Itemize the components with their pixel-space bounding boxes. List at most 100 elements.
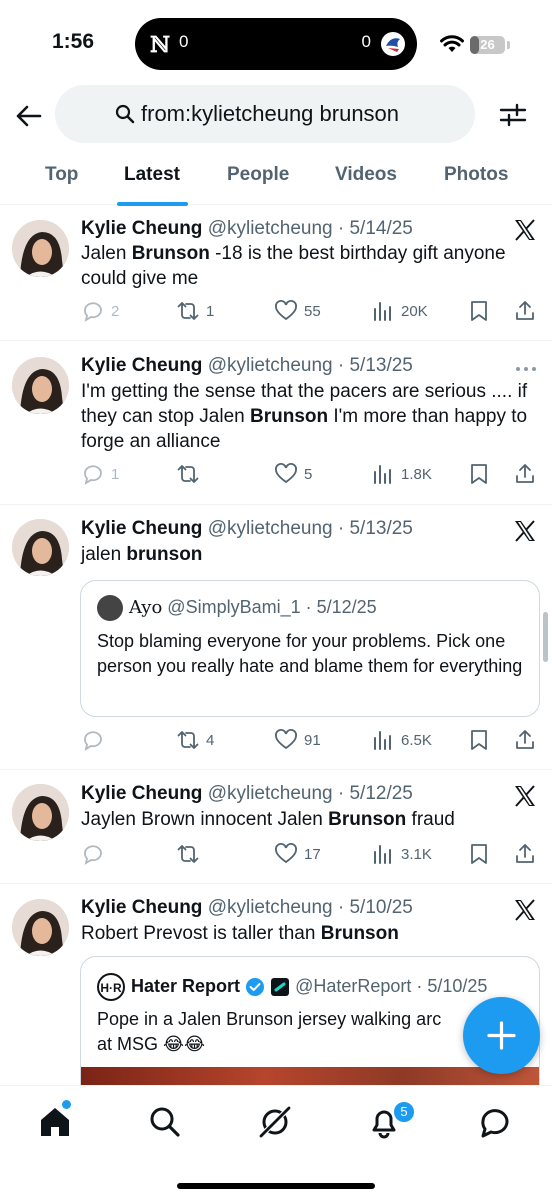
yankees-logo-icon: ℕ	[150, 32, 170, 58]
tweet[interactable]: Kylie Cheung @kylietcheung · 5/13/25 jal…	[0, 505, 552, 770]
retweet-button[interactable]: 4	[176, 725, 214, 755]
home-unread-dot	[62, 1100, 71, 1109]
views-icon	[374, 845, 391, 864]
bookmark-button[interactable]	[467, 839, 491, 869]
tweet-text: jalen brunson	[81, 542, 543, 567]
bookmark-button[interactable]	[467, 459, 491, 489]
tweet-author-name[interactable]: Kylie Cheung	[81, 518, 202, 539]
search-tabs: Top Latest People Videos Photos	[0, 150, 552, 206]
affiliate-badge-icon	[271, 978, 290, 996]
quoted-avatar	[97, 595, 123, 621]
quoted-text: Stop blaming everyone for your problems.…	[97, 631, 523, 676]
views-button[interactable]: 1.8K	[371, 459, 432, 489]
avatar[interactable]	[12, 519, 69, 576]
tweet-text-part: fraud	[406, 809, 455, 830]
tab-latest[interactable]: Latest	[124, 164, 180, 186]
quoted-handle-date: @HaterReport · 5/10/25	[295, 975, 488, 996]
tweet-handle-date[interactable]: @kylietcheung · 5/12/25	[208, 783, 413, 804]
x-logo-icon[interactable]	[513, 784, 537, 808]
tab-videos[interactable]: Videos	[335, 164, 397, 186]
quoted-avatar-hr-logo: H·R	[97, 973, 125, 1001]
quoted-handle-date: @SimplyBami_1 · 5/12/25	[167, 596, 377, 617]
reply-button[interactable]	[81, 839, 111, 869]
tab-photos[interactable]: Photos	[444, 164, 508, 186]
tweet-author-name[interactable]: Kylie Cheung	[81, 783, 202, 804]
svg-text:H·R: H·R	[100, 981, 122, 995]
views-icon	[374, 465, 391, 484]
reply-button[interactable]: 1	[81, 459, 119, 489]
heart-icon	[275, 729, 297, 750]
share-button[interactable]	[513, 459, 537, 489]
avatar[interactable]	[12, 357, 69, 414]
messages-icon[interactable]	[477, 1104, 513, 1140]
share-button[interactable]	[513, 839, 537, 869]
compose-post-button[interactable]	[463, 997, 540, 1074]
tweet-text: I'm getting the sense that the pacers ar…	[81, 379, 543, 454]
home-icon[interactable]	[37, 1104, 73, 1140]
share-button[interactable]	[513, 725, 537, 755]
like-button[interactable]: 5	[274, 459, 312, 489]
like-button[interactable]: 55	[274, 296, 321, 326]
tweet-text-highlight: Brunson	[131, 243, 210, 264]
tweet-handle-date[interactable]: @kylietcheung · 5/10/25	[208, 897, 413, 918]
view-count: 6.5K	[401, 731, 432, 749]
like-button[interactable]: 17	[274, 839, 321, 869]
reply-button[interactable]	[81, 725, 111, 755]
tweet-text-part: jalen	[81, 544, 127, 565]
tab-people[interactable]: People	[227, 164, 289, 186]
plus-icon	[487, 1021, 516, 1050]
x-logo-icon[interactable]	[513, 218, 537, 242]
tweet[interactable]: Kylie Cheung @kylietcheung · 5/13/25 I'm…	[0, 341, 552, 505]
status-bar: 1:56 ℕ 0 0 26	[0, 0, 552, 84]
bookmark-button[interactable]	[467, 296, 491, 326]
avatar[interactable]	[12, 220, 69, 277]
tweet[interactable]: Kylie Cheung @kylietcheung · 5/12/25 Jay…	[0, 770, 552, 884]
reply-button[interactable]: 2	[81, 296, 119, 326]
views-button[interactable]: 3.1K	[371, 839, 432, 869]
battery-tip	[507, 41, 510, 49]
back-arrow-icon[interactable]	[14, 102, 42, 130]
tweet-handle-date[interactable]: @kylietcheung · 5/13/25	[208, 355, 413, 376]
retweet-button[interactable]: 1	[176, 296, 214, 326]
tweet-handle-date[interactable]: @kylietcheung · 5/14/25	[208, 218, 413, 239]
like-count: 5	[304, 465, 313, 483]
share-button[interactable]	[513, 296, 537, 326]
tweet[interactable]: Kylie Cheung @kylietcheung · 5/14/25 Jal…	[0, 206, 552, 341]
more-options-icon[interactable]	[514, 365, 538, 373]
x-logo-icon[interactable]	[513, 898, 537, 922]
tweet-actions: 1 5 1.8K	[81, 459, 541, 489]
tweet-text-part: Jaylen Brown innocent Jalen	[81, 809, 329, 830]
tab-top[interactable]: Top	[45, 164, 78, 186]
retweet-button[interactable]	[176, 839, 206, 869]
avatar[interactable]	[12, 784, 69, 841]
like-button[interactable]: 91	[274, 725, 321, 755]
dynamic-island-live-score[interactable]: ℕ 0 0	[135, 18, 417, 70]
grok-icon[interactable]	[257, 1104, 293, 1140]
quoted-text-line: at MSG 😂😂	[97, 1034, 206, 1054]
retweet-icon	[177, 302, 199, 320]
bookmark-icon	[471, 301, 487, 321]
search-icon	[115, 104, 135, 124]
quoted-tweet[interactable]: Ayo @SimplyBami_1 · 5/12/25 Stop blaming…	[80, 580, 540, 717]
x-logo-icon[interactable]	[513, 519, 537, 543]
tweet-text-highlight: Brunson	[250, 406, 329, 427]
retweet-button[interactable]	[176, 459, 206, 489]
views-button[interactable]: 6.5K	[371, 725, 432, 755]
wifi-icon	[440, 35, 464, 52]
scrollbar[interactable]	[543, 612, 548, 662]
view-count: 20K	[401, 302, 428, 320]
view-count: 3.1K	[401, 845, 432, 863]
bookmark-button[interactable]	[467, 725, 491, 755]
search-filters-icon[interactable]	[498, 100, 528, 130]
search-box[interactable]	[55, 85, 475, 143]
tweet-actions: 4 91 6.5K	[81, 725, 541, 755]
tweet-author-name[interactable]: Kylie Cheung	[81, 355, 202, 376]
tweet-author-name[interactable]: Kylie Cheung	[81, 897, 202, 918]
views-button[interactable]: 20K	[371, 296, 428, 326]
tweet-handle-date[interactable]: @kylietcheung · 5/13/25	[208, 518, 413, 539]
avatar[interactable]	[12, 899, 69, 956]
search-input[interactable]	[141, 97, 461, 131]
explore-search-icon[interactable]	[147, 1104, 183, 1140]
retweet-count: 4	[206, 731, 215, 749]
tweet-author-name[interactable]: Kylie Cheung	[81, 218, 202, 239]
